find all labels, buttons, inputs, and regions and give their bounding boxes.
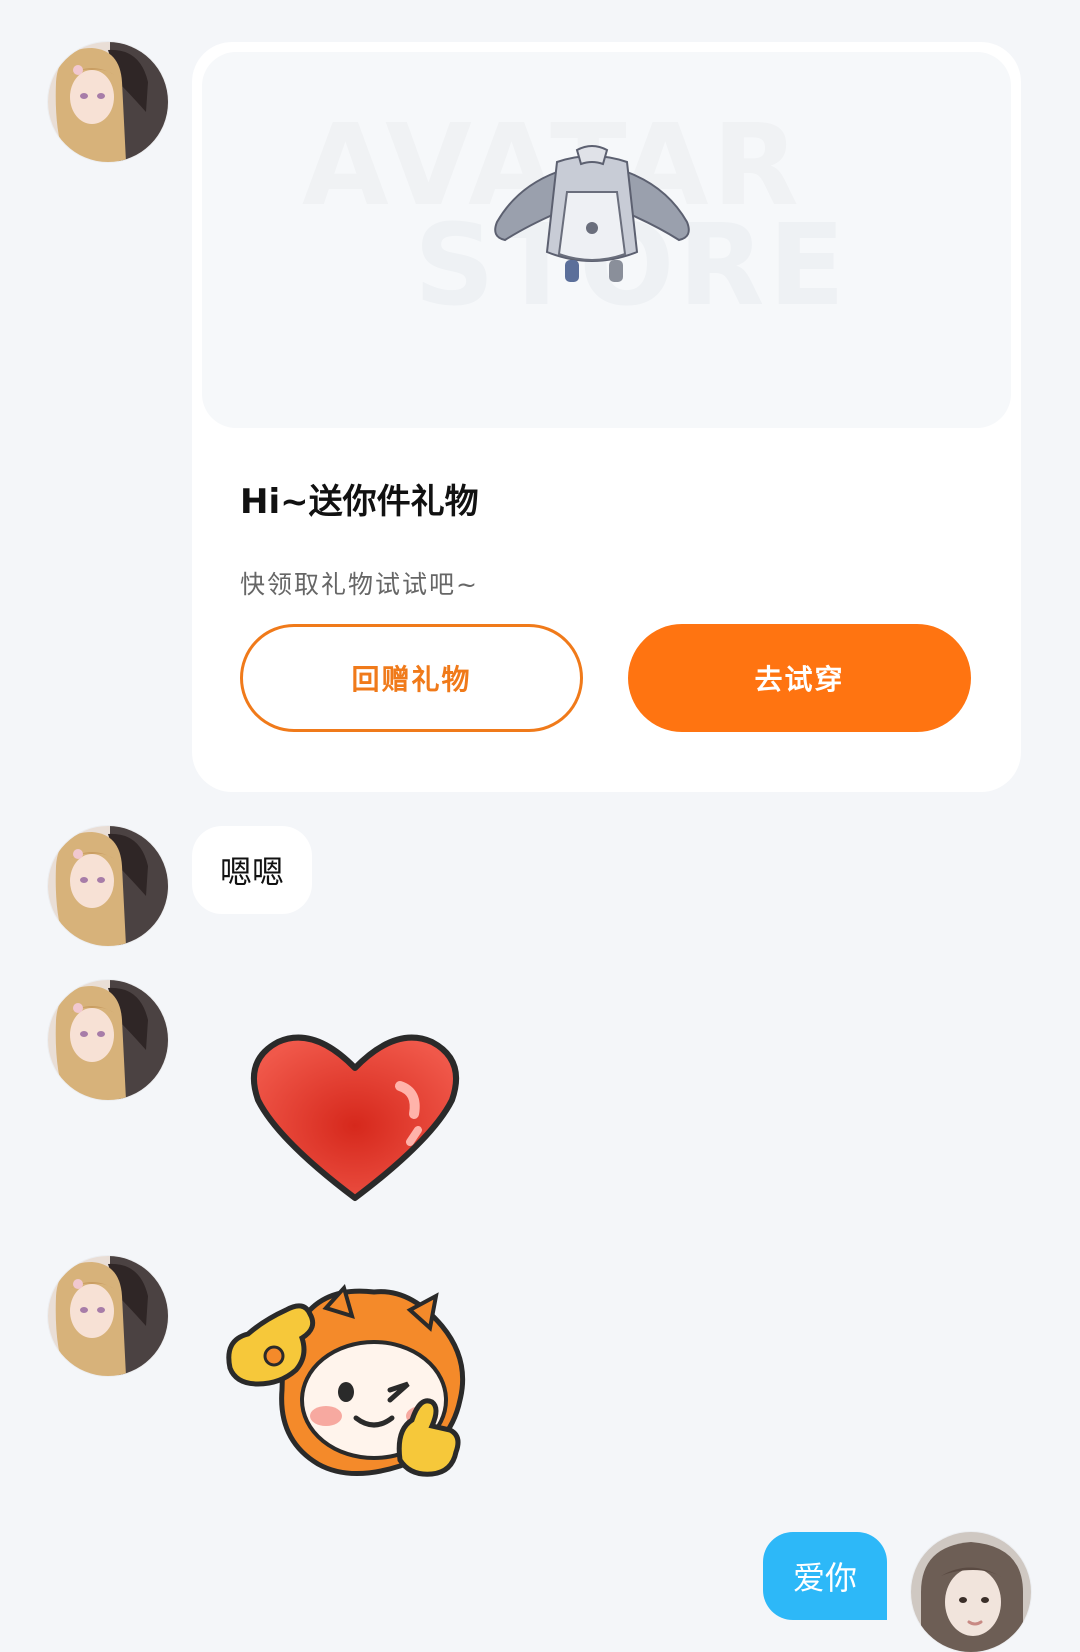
contact-avatar[interactable]	[48, 980, 168, 1100]
gift-outfit-image	[494, 145, 690, 282]
gift-title: Hi~送你件礼物	[240, 482, 479, 522]
heart-sticker[interactable]	[248, 1030, 462, 1205]
message-bubble[interactable]: 嗯嗯	[192, 826, 312, 914]
gift-card[interactable]: AVATAR STORE Hi~送你件礼物 快领取礼物试试吧~ 回赠礼物 去试穿	[192, 42, 1021, 792]
return-gift-button[interactable]: 回赠礼物	[240, 624, 583, 732]
try-on-button[interactable]: 去试穿	[628, 624, 971, 732]
gift-banner: AVATAR STORE	[202, 52, 1011, 428]
wink-thumbs-up-sticker[interactable]	[224, 1280, 480, 1482]
contact-avatar[interactable]	[48, 42, 168, 162]
gift-subtitle: 快领取礼物试试吧~	[240, 570, 479, 599]
contact-avatar[interactable]	[48, 826, 168, 946]
my-message-bubble[interactable]: 爱你	[763, 1532, 887, 1620]
contact-avatar[interactable]	[48, 1256, 168, 1376]
my-avatar[interactable]	[911, 1532, 1031, 1652]
